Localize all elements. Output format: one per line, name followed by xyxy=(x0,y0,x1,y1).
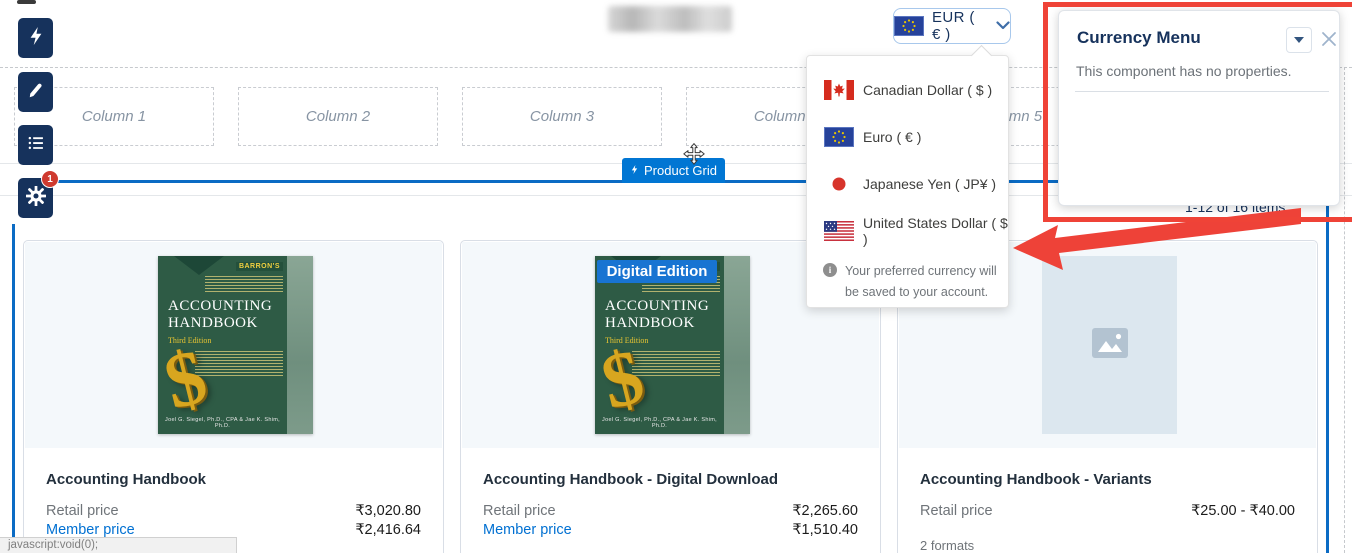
currency-option-cad[interactable]: Canadian Dollar ( $ ) xyxy=(807,66,1008,113)
currency-note-text: Your preferred currency will be saved to… xyxy=(845,261,997,304)
currency-option-jpy[interactable]: Japanese Yen ( JP¥ ) xyxy=(807,160,1008,207)
image-placeholder-icon xyxy=(1092,328,1128,363)
dropdown-caret xyxy=(971,45,992,66)
components-button[interactable] xyxy=(18,18,53,58)
book-cover-fold xyxy=(174,256,224,275)
book-spine-texture xyxy=(724,256,750,434)
page-structure-button[interactable] xyxy=(18,125,53,165)
retail-price-value: ₹3,020.80 xyxy=(355,503,421,519)
selection-border-right xyxy=(1326,180,1329,553)
column-label: Column 1 xyxy=(82,108,146,125)
link-preview-statusbar: javascript:void(0); xyxy=(0,537,237,553)
move-cursor-icon xyxy=(681,142,707,172)
column-label: Column 2 xyxy=(306,108,370,125)
currency-note: i Your preferred currency will be saved … xyxy=(823,261,1003,304)
member-price-link[interactable]: Member price xyxy=(483,522,572,538)
chevron-down-icon xyxy=(996,17,1010,35)
book-title: ACCOUNTINGHANDBOOK xyxy=(605,298,709,333)
product-image-area: BARRON'S ACCOUNTINGHANDBOOK Third Editio… xyxy=(25,242,442,448)
eu-flag-icon xyxy=(894,16,924,36)
dollar-sign-art: $ xyxy=(158,331,215,428)
currency-option-label: Euro ( € ) xyxy=(863,129,921,145)
column-3-dropzone[interactable]: Column 3 xyxy=(462,87,662,146)
currency-option-label: Canadian Dollar ( $ ) xyxy=(863,82,992,98)
member-price-value: ₹2,416.64 xyxy=(355,522,421,538)
product-card-accounting-handbook[interactable]: BARRON'S ACCOUNTINGHANDBOOK Third Editio… xyxy=(23,240,444,553)
list-icon xyxy=(26,134,46,157)
product-title: Accounting Handbook xyxy=(46,471,206,488)
product-grid-component-tab[interactable]: Product Grid xyxy=(622,158,725,183)
retail-price-label: Retail price xyxy=(46,503,119,519)
info-icon: i xyxy=(823,263,837,277)
clipped-top-element xyxy=(17,0,36,4)
japan-flag-icon xyxy=(824,174,854,194)
book-authors: Joel G. Siegel, Ph.D., CPA & Jae K. Shim… xyxy=(158,417,287,429)
member-price-value: ₹1,510.40 xyxy=(792,522,858,538)
brush-icon xyxy=(27,81,45,104)
dollar-sign-art: $ xyxy=(595,331,652,428)
product-title: Accounting Handbook - Digital Download xyxy=(483,471,778,488)
currency-selector-label: EUR ( € ) xyxy=(932,9,988,43)
retail-price-label: Retail price xyxy=(483,503,556,519)
blurred-logo xyxy=(608,6,732,32)
lightning-icon xyxy=(27,26,45,51)
product-title: Accounting Handbook - Variants xyxy=(920,471,1152,488)
currency-option-label: United States Dollar ( $ ) xyxy=(863,215,1008,247)
book-publisher: BARRON'S xyxy=(236,262,283,271)
book-blurb-lines xyxy=(195,351,283,376)
column-2-dropzone[interactable]: Column 2 xyxy=(238,87,438,146)
book-authors: Joel G. Siegel, Ph.D., CPA & Jae K. Shim… xyxy=(595,417,724,429)
eu-flag-icon xyxy=(824,127,854,147)
formats-count: 2 formats xyxy=(920,538,974,553)
currency-selector-button[interactable]: EUR ( € ) xyxy=(893,8,1011,44)
retail-price-value: ₹2,265.60 xyxy=(792,503,858,519)
gear-icon xyxy=(26,186,46,211)
digital-edition-badge: Digital Edition xyxy=(597,260,717,283)
canada-flag-icon xyxy=(824,80,854,100)
book-title: ACCOUNTINGHANDBOOK xyxy=(168,298,272,333)
book-blurb-lines xyxy=(205,276,283,293)
settings-notification-badge: 1 xyxy=(41,170,59,188)
annotation-highlight-box xyxy=(1043,2,1352,222)
book-blurb-lines xyxy=(632,351,720,376)
column-label: Column 3 xyxy=(530,108,594,125)
us-flag-icon xyxy=(824,221,854,241)
book-spine-texture xyxy=(287,256,313,434)
retail-price-value: ₹25.00 - ₹40.00 xyxy=(1191,503,1295,519)
retail-price-label: Retail price xyxy=(920,503,993,519)
book-cover-image: BARRON'S ACCOUNTINGHANDBOOK Third Editio… xyxy=(158,256,313,434)
lightning-icon xyxy=(630,163,639,179)
currency-dropdown-menu: Canadian Dollar ( $ ) Euro ( € ) Japa xyxy=(806,55,1009,308)
member-price-link[interactable]: Member price xyxy=(46,522,135,538)
selection-border-left xyxy=(12,224,15,553)
currency-option-usd[interactable]: United States Dollar ( $ ) xyxy=(807,207,1008,254)
page-builder-canvas: 1 EUR ( € ) Column 1 Column 2 Column 3 C… xyxy=(0,0,1352,553)
currency-option-eur[interactable]: Euro ( € ) xyxy=(807,113,1008,160)
theme-button[interactable] xyxy=(18,72,53,112)
currency-option-label: Japanese Yen ( JP¥ ) xyxy=(863,176,996,192)
